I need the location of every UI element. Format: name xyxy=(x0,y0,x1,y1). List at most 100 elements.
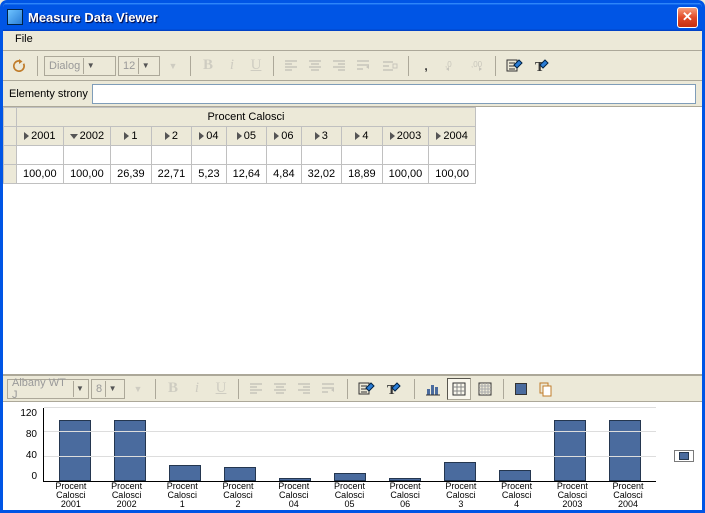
chart-bar[interactable] xyxy=(334,473,366,481)
column-header[interactable]: 3 xyxy=(301,127,342,146)
grid-view-button[interactable] xyxy=(473,378,497,400)
wrap2-button[interactable] xyxy=(378,55,402,77)
cell[interactable]: 22,71 xyxy=(151,165,192,184)
chart-bar[interactable] xyxy=(169,465,201,481)
column-group-header[interactable]: Procent Calosci xyxy=(17,108,476,127)
expand-icon[interactable] xyxy=(274,132,279,140)
cell[interactable]: 12,64 xyxy=(226,165,267,184)
column-header[interactable]: 1 xyxy=(111,127,152,146)
cell[interactable] xyxy=(342,146,383,165)
cell[interactable]: 100,00 xyxy=(382,165,429,184)
expand-icon[interactable] xyxy=(124,132,129,140)
chart-bar[interactable] xyxy=(114,420,146,481)
column-header[interactable]: 05 xyxy=(226,127,267,146)
table-icon xyxy=(451,381,467,397)
cell[interactable] xyxy=(267,146,301,165)
chart-italic-button[interactable]: i xyxy=(186,378,208,400)
cell[interactable]: 100,00 xyxy=(17,165,64,184)
chart-underline-button[interactable]: U xyxy=(210,378,232,400)
chart-bar[interactable] xyxy=(609,420,641,481)
chart-bar[interactable] xyxy=(554,420,586,481)
fontsize-combo[interactable]: 12 ▼ xyxy=(118,56,160,76)
cell[interactable]: 100,00 xyxy=(429,165,476,184)
copy-button[interactable] xyxy=(534,378,558,400)
chart-bold-button[interactable]: B xyxy=(162,378,184,400)
expand-icon[interactable] xyxy=(24,132,29,140)
plot-box[interactable] xyxy=(43,408,656,482)
chart-bar[interactable] xyxy=(59,420,91,481)
column-header[interactable]: 2003 xyxy=(382,127,429,146)
column-header[interactable]: 4 xyxy=(342,127,383,146)
align-left-icon xyxy=(249,382,263,396)
column-header[interactable]: 04 xyxy=(192,127,226,146)
column-label: 3 xyxy=(322,130,328,142)
expand-icon[interactable] xyxy=(436,132,441,140)
cell[interactable] xyxy=(111,146,152,165)
chart-font-options-button[interactable]: T xyxy=(382,378,408,400)
comma-button[interactable]: , xyxy=(415,55,437,77)
page-elements-input[interactable] xyxy=(92,84,696,104)
expand-icon[interactable] xyxy=(165,132,170,140)
align-center-button[interactable] xyxy=(304,55,326,77)
bar-chart-button[interactable] xyxy=(421,378,445,400)
cell[interactable] xyxy=(301,146,342,165)
cell[interactable]: 4,84 xyxy=(267,165,301,184)
options-button[interactable] xyxy=(502,55,528,77)
cell[interactable] xyxy=(226,146,267,165)
column-label: 04 xyxy=(206,130,218,142)
expand-icon[interactable] xyxy=(237,132,242,140)
cell[interactable] xyxy=(17,146,64,165)
menu-file[interactable]: File xyxy=(9,31,39,47)
cell[interactable]: 32,02 xyxy=(301,165,342,184)
window-title: Measure Data Viewer xyxy=(28,10,677,25)
font-options-button[interactable]: T xyxy=(530,55,556,77)
color-button[interactable] xyxy=(510,378,532,400)
align-left-button[interactable] xyxy=(280,55,302,77)
column-header[interactable]: 2001 xyxy=(17,127,64,146)
wrap-button[interactable] xyxy=(352,55,376,77)
cell[interactable]: 5,23 xyxy=(192,165,226,184)
cell[interactable] xyxy=(429,146,476,165)
chart-align-left[interactable] xyxy=(245,378,267,400)
expand-icon[interactable] xyxy=(355,132,360,140)
decrease-decimal-button[interactable]: ,0 xyxy=(439,55,463,77)
cell[interactable]: 100,00 xyxy=(63,165,110,184)
menubar: File xyxy=(3,31,702,51)
x-tick-label: ProcentCalosci2002 xyxy=(103,482,151,508)
italic-button[interactable]: i xyxy=(221,55,243,77)
column-header[interactable]: 2 xyxy=(151,127,192,146)
increase-decimal-button[interactable]: ,00 xyxy=(465,55,489,77)
chart-options-button[interactable] xyxy=(354,378,380,400)
column-header[interactable]: 2004 xyxy=(429,127,476,146)
expand-icon[interactable] xyxy=(315,132,320,140)
underline-button[interactable]: U xyxy=(245,55,267,77)
expand-icon[interactable] xyxy=(390,132,395,140)
table-view-button[interactable] xyxy=(447,378,471,400)
cell[interactable] xyxy=(192,146,226,165)
font-combo[interactable]: Dialog ▼ xyxy=(44,56,116,76)
chart-font-combo[interactable]: Albany WT J ▼ xyxy=(7,379,89,399)
chart-bar[interactable] xyxy=(444,462,476,481)
cell[interactable] xyxy=(382,146,429,165)
bold-button[interactable]: B xyxy=(197,55,219,77)
expand-icon[interactable] xyxy=(199,132,204,140)
close-button[interactable]: ✕ xyxy=(677,7,698,28)
cell[interactable]: 18,89 xyxy=(342,165,383,184)
refresh-button[interactable] xyxy=(7,55,31,77)
column-header[interactable]: 2002 xyxy=(63,127,110,146)
chart-align-center[interactable] xyxy=(269,378,291,400)
column-header[interactable]: 06 xyxy=(267,127,301,146)
align-right-button[interactable] xyxy=(328,55,350,77)
cell[interactable] xyxy=(151,146,192,165)
chart-bar[interactable] xyxy=(499,470,531,481)
fontsize-dropdown-button[interactable]: ▼ xyxy=(162,55,184,77)
chart-fontsize-dd[interactable]: ▼ xyxy=(127,378,149,400)
chart-align-right[interactable] xyxy=(293,378,315,400)
cell[interactable]: 26,39 xyxy=(111,165,152,184)
cell[interactable] xyxy=(63,146,110,165)
chart-bar[interactable] xyxy=(224,467,256,481)
chart-fontsize-combo[interactable]: 8 ▼ xyxy=(91,379,125,399)
page-elements-label: Elementy strony xyxy=(9,88,88,100)
collapse-icon[interactable] xyxy=(70,134,78,139)
chart-wrap-button[interactable] xyxy=(317,378,341,400)
